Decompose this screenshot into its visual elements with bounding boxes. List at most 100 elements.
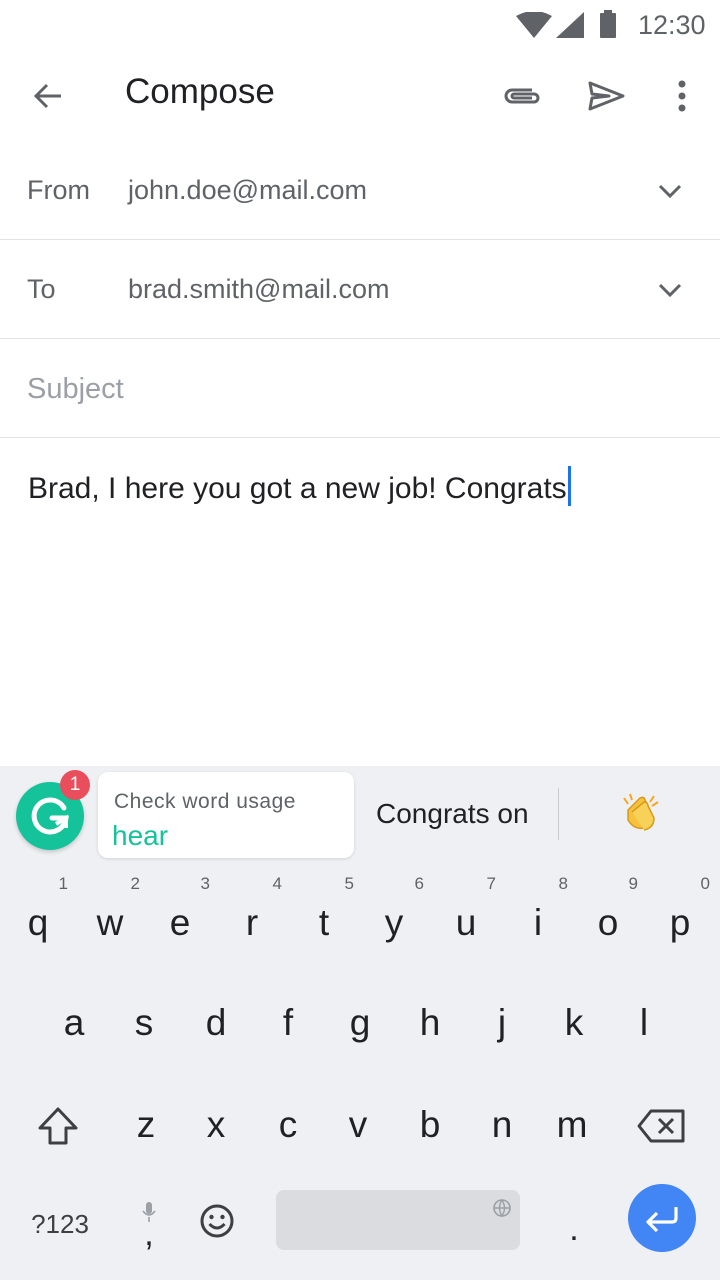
status-time: 12:30 bbox=[638, 10, 706, 40]
key-a[interactable]: a bbox=[38, 972, 110, 1068]
key-label: e bbox=[169, 902, 191, 943]
usage-card-title: Check word usage bbox=[114, 790, 296, 813]
space-key[interactable] bbox=[276, 1190, 520, 1250]
key-z[interactable]: z bbox=[110, 1074, 182, 1170]
key-label: a bbox=[63, 1002, 85, 1043]
key-k[interactable]: k bbox=[538, 972, 610, 1068]
key-number-hint: 7 bbox=[486, 874, 496, 893]
comma-key[interactable]: , bbox=[126, 1192, 172, 1254]
key-label: z bbox=[136, 1104, 156, 1145]
more-options-button[interactable] bbox=[656, 70, 708, 122]
key-x[interactable]: x bbox=[180, 1074, 252, 1170]
text-cursor bbox=[567, 466, 571, 506]
key-label: c bbox=[278, 1104, 298, 1145]
suggestion-bar: 1 Check word usage hear Congrats on bbox=[0, 766, 720, 866]
key-o[interactable]: 9o bbox=[572, 872, 644, 968]
globe-icon bbox=[493, 1199, 511, 1218]
key-number-hint: 6 bbox=[414, 874, 424, 893]
attach-button[interactable] bbox=[496, 70, 548, 122]
key-label: p bbox=[669, 902, 691, 943]
enter-key[interactable] bbox=[628, 1184, 696, 1252]
key-b[interactable]: b bbox=[394, 1074, 466, 1170]
clapping-hands-emoji-icon[interactable] bbox=[618, 790, 662, 834]
key-s[interactable]: s bbox=[108, 972, 180, 1068]
symbols-key[interactable]: ?123 bbox=[20, 1204, 100, 1244]
key-number-hint: 9 bbox=[628, 874, 638, 893]
key-r[interactable]: 4r bbox=[216, 872, 288, 968]
key-label: i bbox=[533, 902, 543, 943]
key-n[interactable]: n bbox=[466, 1074, 538, 1170]
key-label: u bbox=[455, 902, 477, 943]
key-label: r bbox=[245, 902, 259, 943]
to-dropdown-button[interactable] bbox=[650, 270, 690, 310]
notification-badge: 1 bbox=[60, 770, 90, 800]
key-t[interactable]: 5t bbox=[288, 872, 360, 968]
from-dropdown-button[interactable] bbox=[650, 171, 690, 211]
key-label: f bbox=[282, 1002, 294, 1043]
chevron-down-icon bbox=[658, 283, 682, 297]
send-button[interactable] bbox=[580, 70, 632, 122]
key-number-hint: 1 bbox=[58, 874, 68, 893]
smiley-icon bbox=[200, 1204, 234, 1238]
key-number-hint: 2 bbox=[130, 874, 140, 893]
subject-row[interactable]: Subject bbox=[0, 339, 720, 438]
from-field[interactable]: john.doe@mail.com bbox=[128, 175, 367, 206]
key-label: l bbox=[639, 1002, 649, 1043]
from-row[interactable]: From john.doe@mail.com bbox=[0, 141, 720, 240]
key-l[interactable]: l bbox=[608, 972, 680, 1068]
cell-signal-icon bbox=[556, 12, 584, 38]
suggestion-divider bbox=[558, 788, 559, 840]
key-label: g bbox=[349, 1002, 371, 1043]
suggestion-word[interactable]: Congrats on bbox=[376, 798, 529, 830]
battery-icon bbox=[600, 10, 616, 38]
key-label: h bbox=[419, 1002, 441, 1043]
key-label: b bbox=[419, 1104, 441, 1145]
key-y[interactable]: 6y bbox=[358, 872, 430, 968]
to-label: To bbox=[27, 274, 56, 304]
key-w[interactable]: 2w bbox=[74, 872, 146, 968]
shift-key[interactable] bbox=[28, 1098, 88, 1154]
key-d[interactable]: d bbox=[180, 972, 252, 1068]
more-vert-icon bbox=[678, 80, 686, 112]
to-field[interactable]: brad.smith@mail.com bbox=[128, 274, 389, 305]
key-number-hint: 5 bbox=[344, 874, 354, 893]
key-q[interactable]: 1q bbox=[2, 872, 74, 968]
key-m[interactable]: m bbox=[536, 1074, 608, 1170]
shift-icon bbox=[38, 1107, 78, 1145]
chevron-down-icon bbox=[658, 184, 682, 198]
arrow-back-icon bbox=[33, 83, 61, 109]
usage-card-word: hear bbox=[112, 820, 169, 851]
to-row[interactable]: To brad.smith@mail.com bbox=[0, 240, 720, 339]
key-g[interactable]: g bbox=[324, 972, 396, 1068]
key-label: y bbox=[384, 902, 404, 943]
key-c[interactable]: c bbox=[252, 1074, 324, 1170]
key-number-hint: 0 bbox=[700, 874, 710, 893]
message-body[interactable]: Brad, I here you got a new job! Congrats bbox=[28, 466, 571, 506]
key-i[interactable]: 8i bbox=[502, 872, 574, 968]
key-h[interactable]: h bbox=[394, 972, 466, 1068]
emoji-key[interactable] bbox=[192, 1196, 242, 1246]
comma-key-label: , bbox=[144, 1215, 154, 1253]
backspace-key[interactable] bbox=[632, 1098, 692, 1154]
key-f[interactable]: f bbox=[252, 972, 324, 1068]
key-p[interactable]: 0p bbox=[644, 872, 716, 968]
word-usage-card[interactable]: Check word usage hear bbox=[98, 772, 354, 858]
key-label: n bbox=[491, 1104, 513, 1145]
wifi-icon bbox=[516, 12, 552, 38]
grammarly-logo-icon bbox=[31, 797, 69, 835]
key-label: j bbox=[497, 1002, 507, 1043]
period-key[interactable]: . bbox=[554, 1204, 594, 1254]
key-label: t bbox=[318, 902, 330, 943]
key-u[interactable]: 7u bbox=[430, 872, 502, 968]
key-label: x bbox=[206, 1104, 226, 1145]
key-j[interactable]: j bbox=[466, 972, 538, 1068]
key-v[interactable]: v bbox=[322, 1074, 394, 1170]
key-label: d bbox=[205, 1002, 227, 1043]
key-e[interactable]: 3e bbox=[144, 872, 216, 968]
back-button[interactable] bbox=[22, 70, 74, 122]
key-label: w bbox=[96, 902, 124, 943]
key-label: v bbox=[348, 1104, 368, 1145]
subject-input[interactable]: Subject bbox=[27, 373, 124, 406]
key-label: k bbox=[564, 1002, 584, 1043]
message-body-text: Brad, I here you got a new job! Congrats bbox=[28, 472, 567, 505]
